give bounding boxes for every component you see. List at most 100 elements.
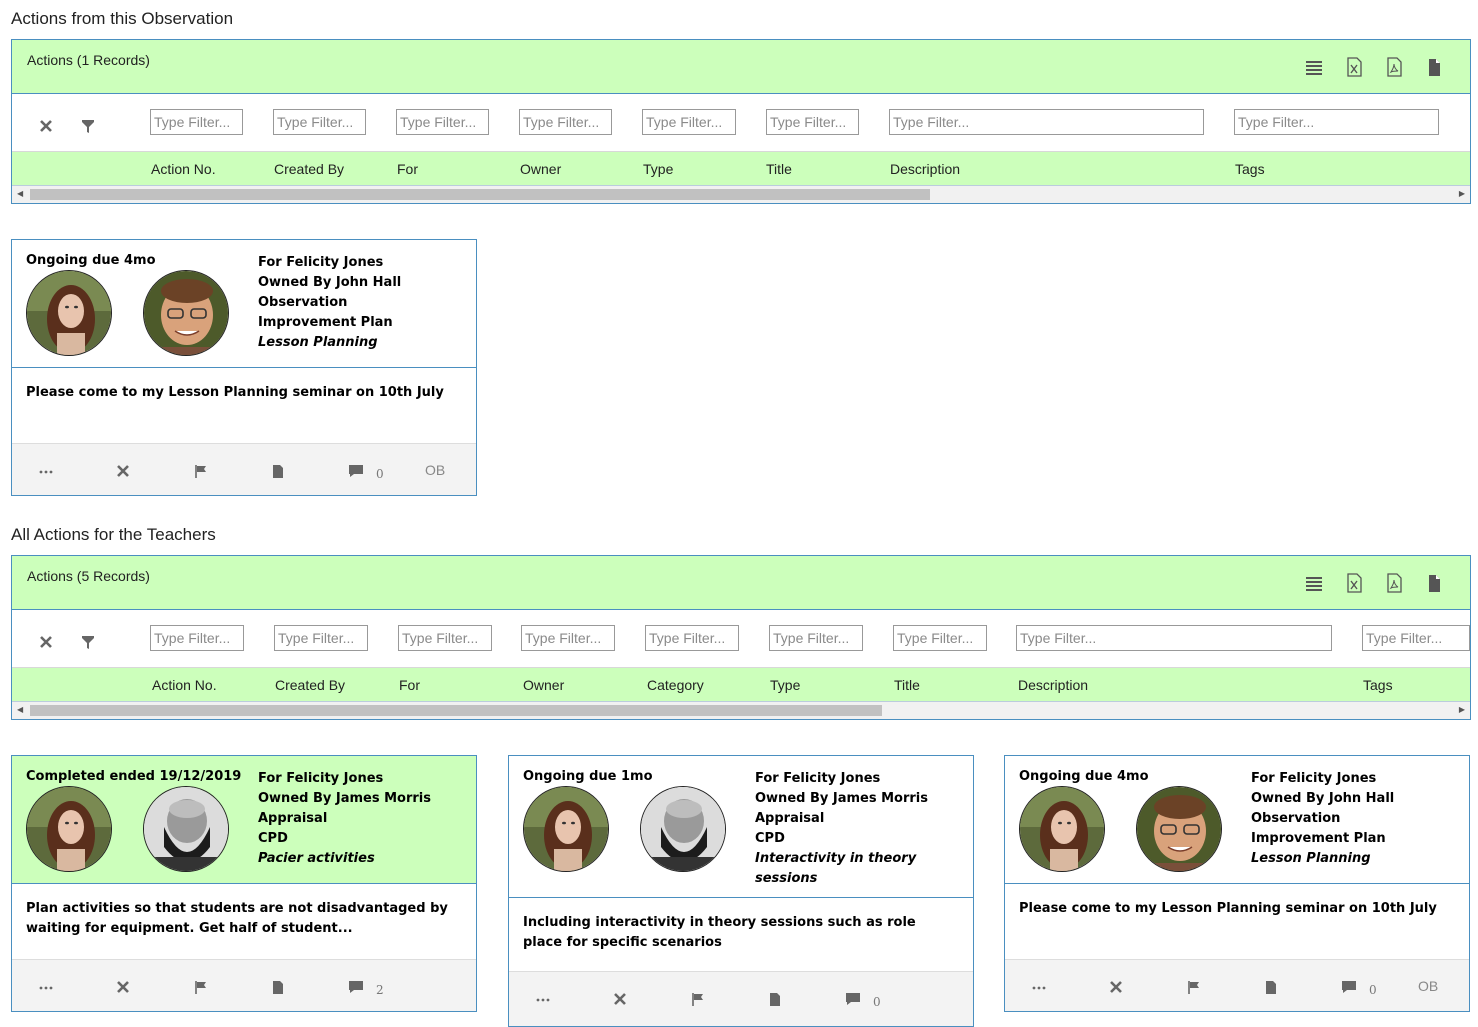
column-header[interactable]: Category xyxy=(647,677,704,693)
comment-icon[interactable] xyxy=(348,980,364,994)
filter-icon[interactable] xyxy=(80,118,96,134)
document-icon[interactable] xyxy=(271,464,285,478)
close-icon[interactable] xyxy=(1109,980,1123,994)
card-category: Observation xyxy=(1251,811,1341,826)
filter-created-by[interactable] xyxy=(274,625,368,651)
more-icon[interactable] xyxy=(39,464,53,478)
filter-icon[interactable] xyxy=(80,634,96,650)
column-header[interactable]: Action No. xyxy=(151,161,216,177)
column-header[interactable]: Tags xyxy=(1235,161,1265,177)
close-icon[interactable] xyxy=(116,464,130,478)
card-header: Ongoing due 4mo For Felicity Jones Owned… xyxy=(12,240,476,368)
document-export-icon[interactable] xyxy=(1424,57,1444,77)
filter-description[interactable] xyxy=(1016,625,1332,651)
column-header[interactable]: Title xyxy=(894,677,920,693)
column-header[interactable]: For xyxy=(397,161,418,177)
card-header: Ongoing due 4mo For Felicity Jones Owned… xyxy=(1005,756,1469,884)
more-icon[interactable] xyxy=(1032,980,1046,994)
scrollbar-thumb[interactable] xyxy=(30,189,930,200)
flag-icon[interactable] xyxy=(691,992,705,1006)
avatar-owner[interactable] xyxy=(143,270,229,356)
filter-title[interactable] xyxy=(766,109,859,135)
filter-category[interactable] xyxy=(645,625,739,651)
column-header[interactable]: Created By xyxy=(275,677,345,693)
filter-owner[interactable] xyxy=(521,625,615,651)
card-status: Completed ended 19/12/2019 xyxy=(26,769,242,784)
avatar-for[interactable] xyxy=(26,270,112,356)
excel-export-icon[interactable] xyxy=(1344,573,1364,593)
column-header[interactable]: Owner xyxy=(520,161,561,177)
scroll-left-icon[interactable]: ◀ xyxy=(17,189,23,198)
filter-row xyxy=(12,94,1470,152)
column-header[interactable]: Type xyxy=(770,677,800,693)
column-header[interactable]: For xyxy=(399,677,420,693)
column-header[interactable]: Created By xyxy=(274,161,344,177)
card-description: Please come to my Lesson Planning semina… xyxy=(1019,901,1437,916)
filter-created-by[interactable] xyxy=(273,109,366,135)
more-icon[interactable] xyxy=(39,980,53,994)
pdf-export-icon[interactable] xyxy=(1384,573,1404,593)
document-icon[interactable] xyxy=(271,980,285,994)
column-header[interactable]: Title xyxy=(766,161,792,177)
filter-action-no[interactable] xyxy=(150,109,243,135)
comment-icon[interactable] xyxy=(845,992,861,1006)
column-header[interactable]: Type xyxy=(643,161,673,177)
action-card[interactable]: Ongoing due 1mo For Felicity Jones Owned… xyxy=(508,755,974,1027)
card-for: For Felicity Jones xyxy=(1251,771,1377,786)
grid-title: Actions (5 Records) xyxy=(27,568,150,584)
card-owner: Owned By James Morris xyxy=(755,791,928,806)
flag-icon[interactable] xyxy=(194,464,208,478)
document-icon[interactable] xyxy=(1264,980,1278,994)
filter-for[interactable] xyxy=(398,625,492,651)
filter-owner[interactable] xyxy=(519,109,612,135)
avatar-owner[interactable] xyxy=(1136,786,1222,872)
close-icon[interactable] xyxy=(116,980,130,994)
document-icon[interactable] xyxy=(768,992,782,1006)
filter-title[interactable] xyxy=(893,625,987,651)
grid-toolbar xyxy=(1304,573,1444,593)
clear-filter-icon[interactable] xyxy=(38,634,54,650)
action-card[interactable]: Ongoing due 4mo For Felicity Jones Owned… xyxy=(11,239,477,496)
action-card[interactable]: Completed ended 19/12/2019 For Felicity … xyxy=(11,755,477,1012)
flag-icon[interactable] xyxy=(194,980,208,994)
filter-for[interactable] xyxy=(396,109,489,135)
excel-export-icon[interactable] xyxy=(1344,57,1364,77)
avatar-owner[interactable] xyxy=(640,786,726,872)
column-header[interactable]: Tags xyxy=(1363,677,1393,693)
pdf-export-icon[interactable] xyxy=(1384,57,1404,77)
filter-type[interactable] xyxy=(642,109,736,135)
close-icon[interactable] xyxy=(613,992,627,1006)
list-icon[interactable] xyxy=(1304,573,1324,593)
column-header[interactable]: Description xyxy=(890,161,960,177)
card-tag: OB xyxy=(425,462,446,478)
column-header[interactable]: Description xyxy=(1018,677,1088,693)
comment-icon[interactable] xyxy=(1341,980,1357,994)
clear-filter-icon[interactable] xyxy=(38,118,54,134)
scroll-right-icon[interactable]: ▶ xyxy=(1459,705,1465,714)
grid-toolbar xyxy=(1304,57,1444,77)
column-header[interactable]: Owner xyxy=(523,677,564,693)
column-header[interactable]: Action No. xyxy=(152,677,217,693)
column-header-row: Action No. Created By For Owner Type Tit… xyxy=(12,152,1470,186)
avatar-for[interactable] xyxy=(26,786,112,872)
avatar-for[interactable] xyxy=(523,786,609,872)
filter-tags[interactable] xyxy=(1234,109,1439,135)
filter-type[interactable] xyxy=(769,625,863,651)
scrollbar-thumb[interactable] xyxy=(30,705,882,716)
document-export-icon[interactable] xyxy=(1424,573,1444,593)
filter-tags[interactable] xyxy=(1362,625,1470,651)
scroll-right-icon[interactable]: ▶ xyxy=(1459,189,1465,198)
horizontal-scrollbar[interactable]: ◀ ▶ xyxy=(12,186,1470,203)
comment-icon[interactable] xyxy=(348,464,364,478)
column-header-row: Action No. Created By For Owner Category… xyxy=(12,668,1470,702)
more-icon[interactable] xyxy=(536,992,550,1006)
avatar-owner[interactable] xyxy=(143,786,229,872)
list-icon[interactable] xyxy=(1304,57,1324,77)
flag-icon[interactable] xyxy=(1187,980,1201,994)
filter-action-no[interactable] xyxy=(150,625,244,651)
avatar-for[interactable] xyxy=(1019,786,1105,872)
filter-description[interactable] xyxy=(889,109,1204,135)
action-card[interactable]: Ongoing due 4mo For Felicity Jones Owned… xyxy=(1004,755,1470,1012)
scroll-left-icon[interactable]: ◀ xyxy=(17,705,23,714)
horizontal-scrollbar[interactable]: ◀ ▶ xyxy=(12,702,1470,719)
